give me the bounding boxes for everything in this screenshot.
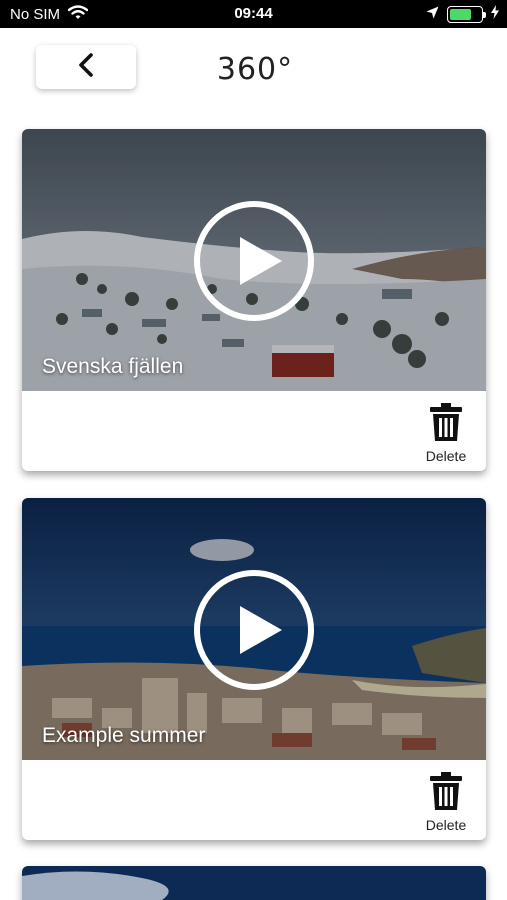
delete-label: Delete [425,817,467,833]
back-button[interactable] [36,45,136,89]
battery-indicator [447,6,486,23]
video-title: Svenska fjällen [42,355,184,378]
play-button[interactable] [192,199,316,323]
status-bar: No SIM 09:44 [0,0,507,28]
battery-level [450,9,471,20]
bolt-icon [491,5,499,24]
play-circle-icon [194,570,314,690]
play-button[interactable] [192,568,316,692]
play-circle-icon [194,201,314,321]
delete-button[interactable]: Delete [420,403,472,465]
page-title: 360° [216,52,294,87]
status-right [426,5,499,24]
location-arrow-icon [426,6,439,24]
partial-thumbnail [22,866,486,900]
chevron-left-icon [76,52,96,83]
battery-tip [483,12,486,18]
video-title: Example summer [42,724,206,747]
video-thumbnail[interactable]: Example summer [22,498,486,760]
video-card: Example summer Delete [22,498,486,840]
video-card-partial[interactable] [22,866,486,900]
video-thumbnail[interactable]: Svenska fjällen [22,129,486,391]
trash-icon [430,403,462,446]
delete-label: Delete [425,448,467,464]
delete-button[interactable]: Delete [420,772,472,834]
trash-icon [430,772,462,815]
video-card: Svenska fjällen Delete [22,129,486,471]
